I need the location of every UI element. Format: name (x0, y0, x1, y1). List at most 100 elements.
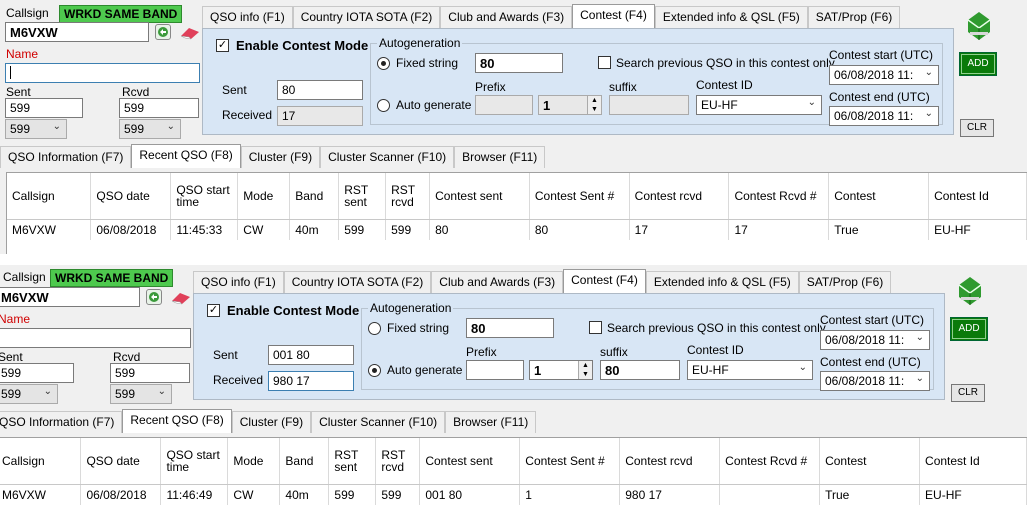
tab-qso-information[interactable]: QSO Information (F7) (0, 146, 132, 168)
table-row[interactable]: M6VXW 06/08/2018 11:46:49 CW 40m 599 599… (0, 484, 1027, 505)
column-header[interactable]: Contest (828, 173, 930, 220)
tab-qso-info[interactable]: QSO info (F1) (202, 6, 293, 28)
clear-button[interactable]: CLR (951, 384, 985, 402)
tab-extended-info-qsl[interactable]: Extended info & QSL (F5) (645, 271, 799, 293)
enable-contest-checkbox[interactable]: ✓ (216, 39, 229, 52)
name-input[interactable] (5, 63, 200, 83)
contest-end-picker[interactable]: 06/08/2018 11: ⌄ (829, 106, 939, 126)
spinner-arrows-icon[interactable]: ▲ ▼ (587, 96, 601, 114)
tab-recent-qso[interactable]: Recent QSO (F8) (122, 409, 232, 433)
column-header[interactable]: Contest Rcvd # (728, 173, 830, 220)
column-header[interactable]: Contest Id (928, 173, 1027, 220)
contest-received-input[interactable]: 17 (277, 106, 363, 126)
column-header[interactable]: Band (279, 438, 330, 485)
search-previous-checkbox[interactable] (598, 56, 611, 69)
rst-sent-input[interactable]: 599 (0, 363, 74, 383)
column-header[interactable]: Contest (819, 438, 921, 485)
contest-sent-input[interactable]: 001 80 (268, 345, 354, 365)
tab-extended-info-qsl[interactable]: Extended info & QSL (F5) (654, 6, 808, 28)
callsign-input[interactable]: M6VXW (0, 287, 140, 307)
counter-spinner[interactable]: 1 ▲ ▼ (538, 95, 602, 115)
column-header[interactable]: Contest rcvd (619, 438, 721, 485)
column-header[interactable]: QSO start time (160, 438, 229, 485)
lookup-globe-icon[interactable] (155, 24, 171, 40)
tab-cluster[interactable]: Cluster (F9) (231, 411, 312, 433)
column-header[interactable]: QSO date (90, 173, 172, 220)
table-cell: M6VXW (0, 484, 82, 505)
column-header[interactable]: RST rcvd (375, 438, 421, 485)
column-header[interactable]: Contest sent (429, 173, 530, 220)
search-previous-checkbox[interactable] (589, 321, 602, 334)
rst-sent-select[interactable]: 599 ⌄ (5, 119, 67, 139)
tab-contest[interactable]: Contest (F4) (572, 4, 655, 28)
tab-sat-prop[interactable]: SAT/Prop (F6) (807, 6, 901, 28)
column-header[interactable]: Contest Sent # (519, 438, 621, 485)
eraser-icon[interactable] (179, 26, 201, 40)
column-header[interactable]: QSO start time (170, 173, 239, 220)
fixed-string-radio[interactable] (368, 322, 381, 335)
suffix-input[interactable]: 80 (600, 360, 680, 380)
column-header[interactable]: Callsign (0, 438, 82, 485)
enable-contest-checkbox[interactable]: ✓ (207, 304, 220, 317)
tab-qso-information[interactable]: QSO Information (F7) (0, 411, 123, 433)
chevron-down-icon: ⌄ (798, 362, 807, 373)
callsign-input[interactable]: M6VXW (5, 22, 149, 42)
column-header[interactable]: Contest Sent # (529, 173, 630, 220)
tab-qso-info[interactable]: QSO info (F1) (193, 271, 284, 293)
column-header[interactable]: Contest sent (419, 438, 521, 485)
contest-end-picker[interactable]: 06/08/2018 11: ⌄ (820, 371, 930, 391)
lookup-globe-icon[interactable] (146, 289, 162, 305)
column-header[interactable]: Mode (237, 173, 291, 220)
tab-club-awards[interactable]: Club and Awards (F3) (440, 6, 573, 28)
contest-start-picker[interactable]: 06/08/2018 11: ⌄ (820, 330, 930, 350)
contest-id-select[interactable]: EU-HF ⌄ (696, 95, 822, 115)
clear-button[interactable]: CLR (960, 119, 994, 137)
prefix-input[interactable] (475, 95, 533, 115)
fixed-string-input[interactable]: 80 (475, 53, 563, 73)
auto-generate-radio[interactable] (368, 364, 381, 377)
column-header[interactable]: Mode (227, 438, 281, 485)
column-header[interactable]: RST sent (338, 173, 387, 220)
column-header[interactable]: RST rcvd (385, 173, 431, 220)
tab-sat-prop[interactable]: SAT/Prop (F6) (798, 271, 892, 293)
rst-sent-input[interactable]: 599 (5, 98, 83, 118)
contest-sent-input[interactable]: 80 (277, 80, 363, 100)
name-input[interactable] (0, 328, 191, 348)
column-header[interactable]: Contest Rcvd # (719, 438, 821, 485)
add-button[interactable]: ADD (950, 317, 988, 341)
fixed-string-input[interactable]: 80 (466, 318, 554, 338)
prefix-input[interactable] (466, 360, 524, 380)
eraser-icon[interactable] (170, 291, 192, 305)
spinner-arrows-icon[interactable]: ▲ ▼ (578, 361, 592, 379)
rst-sent-select[interactable]: 599 ⌄ (0, 384, 58, 404)
tab-club-awards[interactable]: Club and Awards (F3) (431, 271, 564, 293)
fixed-string-radio[interactable] (377, 57, 390, 70)
rst-rcvd-select[interactable]: 599 ⌄ (119, 119, 181, 139)
suffix-input[interactable] (609, 95, 689, 115)
table-row[interactable]: M6VXW 06/08/2018 11:45:33 CW 40m 599 599… (7, 219, 1027, 240)
tab-cluster-scanner[interactable]: Cluster Scanner (F10) (320, 146, 455, 168)
column-header[interactable]: Band (289, 173, 340, 220)
contest-received-input[interactable]: 980 17 (268, 371, 354, 391)
tab-browser[interactable]: Browser (F11) (454, 146, 546, 168)
tab-country-iota-sota[interactable]: Country IOTA SOTA (F2) (283, 271, 432, 293)
column-header[interactable]: Callsign (7, 173, 92, 220)
tab-contest[interactable]: Contest (F4) (563, 269, 646, 293)
rst-rcvd-input[interactable]: 599 (110, 363, 190, 383)
add-button[interactable]: ADD (959, 52, 997, 76)
tab-cluster-scanner[interactable]: Cluster Scanner (F10) (311, 411, 446, 433)
tab-country-iota-sota[interactable]: Country IOTA SOTA (F2) (292, 6, 441, 28)
tab-recent-qso[interactable]: Recent QSO (F8) (131, 144, 241, 168)
tab-browser[interactable]: Browser (F11) (445, 411, 537, 433)
column-header[interactable]: QSO date (80, 438, 162, 485)
rst-rcvd-input[interactable]: 599 (119, 98, 199, 118)
column-header[interactable]: RST sent (328, 438, 377, 485)
column-header[interactable]: Contest Id (919, 438, 1027, 485)
column-header[interactable]: Contest rcvd (629, 173, 730, 220)
counter-spinner[interactable]: 1 ▲ ▼ (529, 360, 593, 380)
rst-rcvd-select[interactable]: 599 ⌄ (110, 384, 172, 404)
contest-id-select[interactable]: EU-HF ⌄ (687, 360, 813, 380)
contest-start-picker[interactable]: 06/08/2018 11: ⌄ (829, 65, 939, 85)
auto-generate-radio[interactable] (377, 99, 390, 112)
tab-cluster[interactable]: Cluster (F9) (240, 146, 321, 168)
